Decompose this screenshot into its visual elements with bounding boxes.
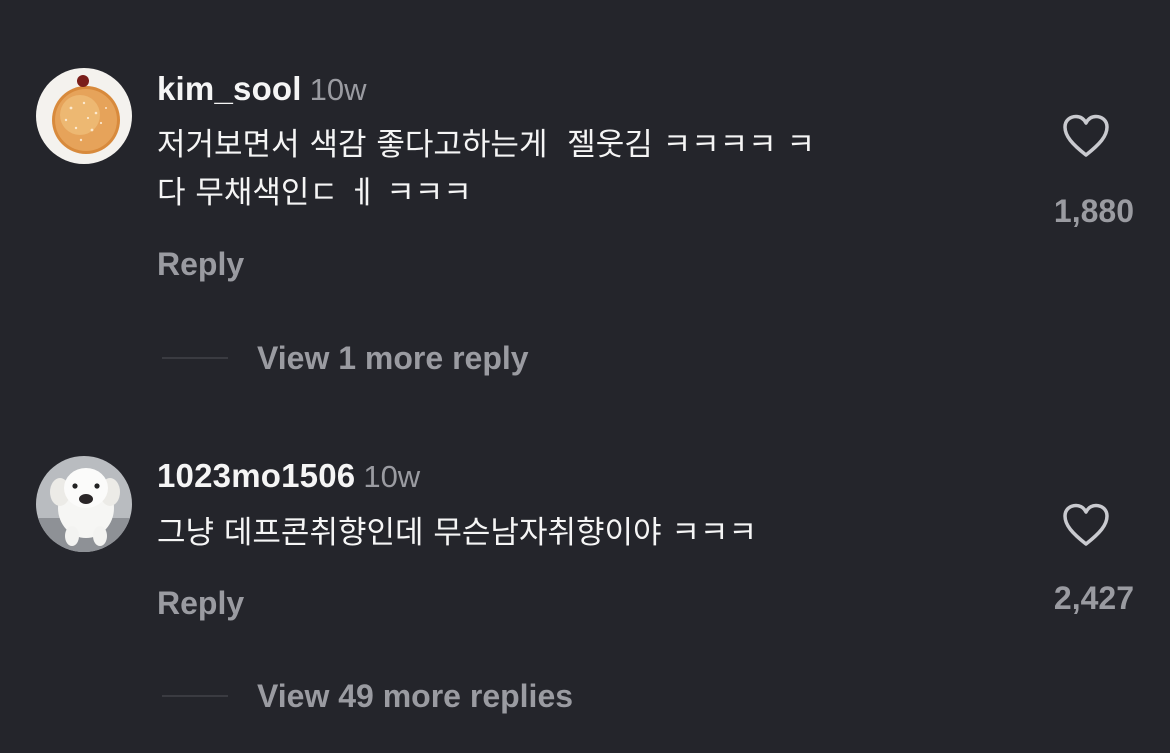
like-count: 1,880 bbox=[1053, 193, 1134, 229]
reply-button[interactable]: Reply bbox=[157, 244, 244, 284]
divider-line bbox=[162, 357, 228, 359]
donut-avatar-icon bbox=[36, 68, 132, 164]
divider-line bbox=[162, 695, 228, 697]
comment-text: 그냥 데프콘취향인데 무슨남자취향이야 ㅋㅋㅋ bbox=[157, 515, 757, 551]
reply-button[interactable]: Reply bbox=[157, 583, 244, 623]
comment-meta: kim_sool 10w bbox=[157, 69, 367, 116]
view-more-label: View 1 more reply bbox=[257, 340, 529, 376]
heart-outline-icon[interactable] bbox=[1062, 114, 1110, 158]
avatar[interactable] bbox=[36, 68, 132, 164]
like-count: 2,427 bbox=[1053, 580, 1134, 616]
heart-outline-icon[interactable] bbox=[1062, 503, 1110, 547]
view-more-label: View 49 more replies bbox=[257, 678, 574, 714]
comment-text: 저거보면서 색감 좋다고하는게 젤웃김 ㅋㅋㅋㅋ ㅋ 다 무채색인ㄷ ㅔ ㅋㅋㅋ bbox=[157, 127, 816, 211]
username[interactable]: 1023mo1506 bbox=[157, 457, 355, 494]
timestamp: 10w bbox=[309, 72, 367, 107]
timestamp: 10w bbox=[363, 459, 421, 494]
username[interactable]: kim_sool bbox=[157, 70, 302, 107]
avatar[interactable] bbox=[36, 456, 132, 552]
comment-meta: 1023mo1506 10w bbox=[157, 456, 420, 503]
puppy-avatar-icon bbox=[36, 456, 132, 552]
